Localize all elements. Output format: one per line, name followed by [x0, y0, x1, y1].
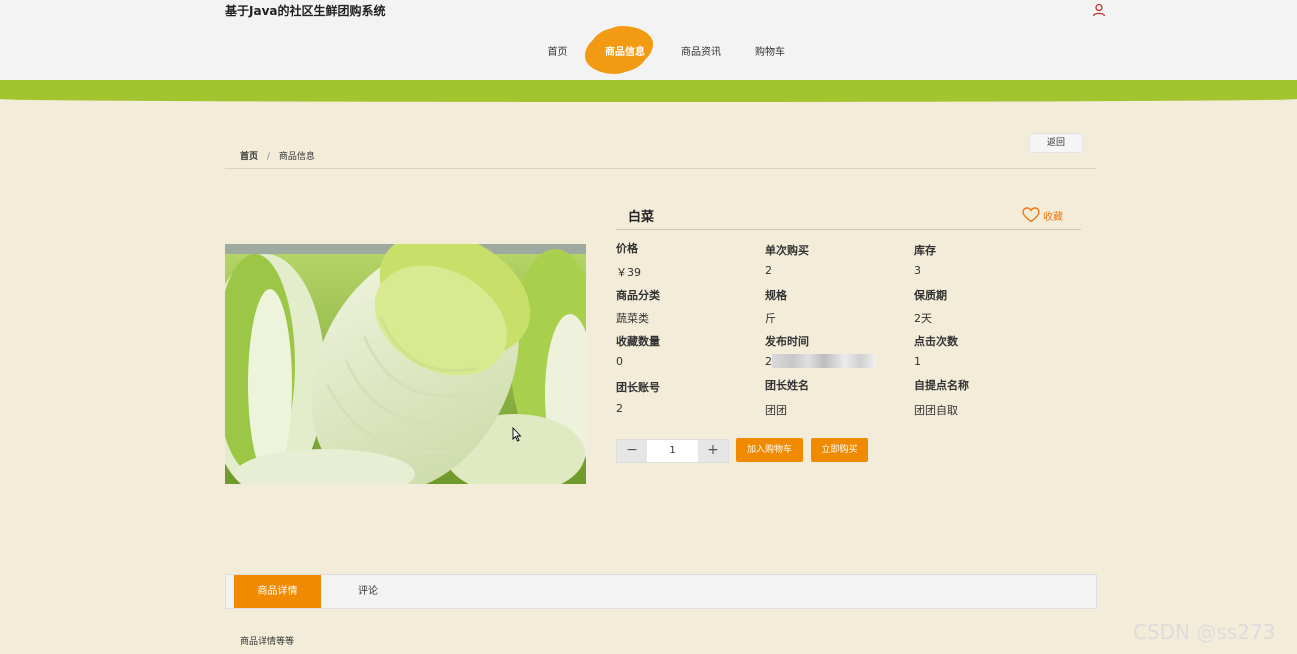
- attr-label: 单次购买: [765, 244, 809, 257]
- top-header: 基于Java的社区生鲜团购系统 首页 商品信息 商品资讯 购物车: [0, 0, 1297, 80]
- attr-value: 0: [616, 355, 623, 368]
- add-to-cart-button[interactable]: 加入购物车: [736, 438, 803, 462]
- product-image: [225, 244, 586, 484]
- nav-item-label: 商品资讯: [681, 46, 721, 58]
- mouse-cursor-icon: [512, 427, 522, 442]
- nav-item-label: 商品信息: [605, 46, 645, 58]
- breadcrumb-separator: /: [266, 152, 270, 162]
- nav-item-home[interactable]: 首页: [530, 30, 585, 70]
- attr-value: 2: [765, 264, 772, 277]
- divider: [616, 229, 1081, 230]
- attr-label: 发布时间: [765, 335, 809, 348]
- product-details-content: 商品详情等等: [240, 637, 295, 647]
- user-icon[interactable]: [1092, 3, 1106, 17]
- attr-label: 收藏数量: [616, 335, 660, 348]
- favorite-button[interactable]: 收藏: [1022, 207, 1063, 223]
- nav-item-news[interactable]: 商品资讯: [665, 30, 737, 70]
- main-nav: 首页 商品信息 商品资讯 购物车: [530, 27, 803, 73]
- product-name: 白菜: [628, 210, 655, 225]
- nav-item-label: 购物车: [755, 46, 785, 58]
- nav-item-label: 首页: [547, 46, 568, 58]
- attr-label: 点击次数: [914, 335, 958, 348]
- attr-label: 商品分类: [616, 289, 660, 302]
- attr-value: 1: [914, 355, 921, 368]
- site-title: 基于Java的社区生鲜团购系统: [225, 4, 386, 18]
- attr-value: 2: [765, 355, 772, 368]
- breadcrumb-home[interactable]: 首页: [240, 152, 258, 162]
- back-button[interactable]: 返回: [1029, 133, 1083, 153]
- attr-value: 2: [616, 402, 623, 415]
- increment-button[interactable]: +: [698, 440, 728, 462]
- attr-label: 自提点名称: [914, 379, 969, 392]
- nav-item-products[interactable]: 商品信息: [589, 28, 661, 72]
- favorite-label: 收藏: [1043, 211, 1063, 223]
- attr-label: 规格: [765, 289, 787, 302]
- attr-value: 团团自取: [914, 404, 958, 417]
- heart-icon: [1022, 207, 1040, 223]
- attr-value: 3: [914, 264, 921, 277]
- attr-value: ￥39: [616, 266, 641, 279]
- redacted-timestamp: [772, 354, 876, 368]
- attr-value: 团团: [765, 404, 787, 417]
- buy-now-button[interactable]: 立即购买: [811, 438, 868, 462]
- tab-product-details[interactable]: 商品详情: [234, 575, 321, 608]
- attr-label: 库存: [914, 244, 936, 257]
- quantity-input[interactable]: [647, 440, 698, 462]
- attr-label: 保质期: [914, 289, 947, 302]
- nav-item-cart[interactable]: 购物车: [737, 30, 803, 70]
- tab-comments[interactable]: 评论: [338, 575, 398, 608]
- quantity-stepper: − +: [616, 439, 729, 463]
- attr-label: 团长姓名: [765, 379, 809, 392]
- watermark: CSDN @ss273: [1133, 620, 1276, 644]
- detail-tabs: 商品详情 评论: [225, 574, 1097, 609]
- breadcrumb: 首页 / 商品信息: [240, 149, 315, 162]
- attr-value: 蔬菜类: [616, 312, 649, 325]
- decorative-band: [0, 80, 1297, 102]
- decrement-button[interactable]: −: [617, 440, 647, 462]
- attr-value: 斤: [765, 312, 776, 325]
- attr-value: 2天: [914, 312, 932, 325]
- attr-label: 团长账号: [616, 381, 660, 394]
- attr-label: 价格: [616, 242, 638, 255]
- divider: [225, 168, 1096, 169]
- breadcrumb-current: 商品信息: [278, 152, 315, 162]
